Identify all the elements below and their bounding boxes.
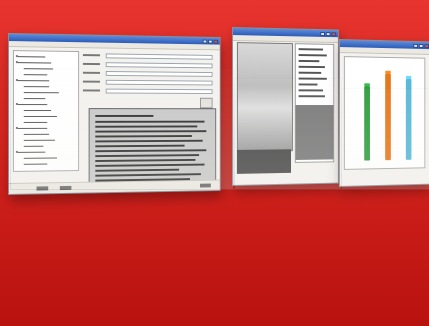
chart-bar-cap	[405, 75, 412, 79]
status-button[interactable]	[199, 183, 211, 188]
scene	[0, 0, 429, 326]
chart-bar	[385, 73, 391, 161]
text-field[interactable]	[105, 71, 213, 77]
close-icon[interactable]	[213, 39, 218, 44]
chart-bar	[405, 78, 412, 160]
chart-bar-cap	[364, 83, 370, 87]
action-button[interactable]	[199, 97, 213, 109]
menu-bar[interactable]	[339, 47, 429, 55]
text-field[interactable]	[105, 88, 213, 95]
minimize-icon[interactable]	[320, 31, 325, 36]
form-fields	[82, 51, 214, 110]
text-field[interactable]	[105, 53, 213, 60]
chart-bar-cap	[385, 70, 391, 74]
main-form-window	[8, 33, 221, 195]
image-viewer-window	[232, 27, 339, 186]
maximize-icon[interactable]	[208, 39, 213, 44]
status-bar	[8, 179, 220, 194]
maximize-icon[interactable]	[418, 43, 424, 48]
minimize-icon[interactable]	[202, 39, 208, 43]
file-list[interactable]	[294, 43, 335, 163]
chart-window	[339, 39, 429, 187]
bar-chart	[343, 56, 426, 170]
image-preview[interactable]	[236, 42, 293, 152]
close-icon[interactable]	[331, 31, 337, 36]
status-button[interactable]	[59, 185, 72, 191]
text-field[interactable]	[105, 79, 213, 86]
tree-view[interactable]	[12, 50, 80, 172]
minimize-icon[interactable]	[413, 43, 418, 48]
chart-bar	[364, 86, 370, 161]
maximize-icon[interactable]	[325, 31, 331, 36]
image-footer	[236, 149, 292, 174]
close-icon[interactable]	[424, 43, 429, 48]
status-button[interactable]	[36, 186, 49, 191]
text-field[interactable]	[105, 62, 213, 69]
